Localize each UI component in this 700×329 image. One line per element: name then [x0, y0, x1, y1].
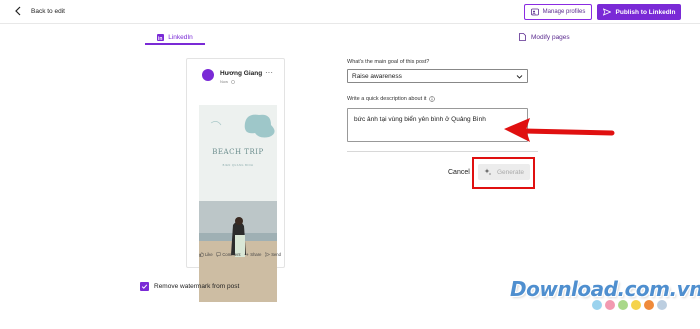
top-bar: Back to edit Manage profiles Publish to … [0, 0, 700, 24]
like-label: Like [205, 252, 213, 257]
generate-label: Generate [496, 168, 525, 176]
goal-question: What's the main goal of this post? [347, 59, 430, 65]
send-action[interactable]: Send [265, 252, 281, 257]
remove-watermark-label: Remove watermark from post [154, 283, 240, 290]
share-label: Share [250, 252, 262, 257]
comment-icon [216, 252, 222, 257]
remove-watermark-checkbox[interactable] [140, 282, 149, 291]
post-image: BEACH TRIP BIEN QUANG BINH [199, 105, 277, 302]
watermark-dot [657, 300, 667, 310]
watermark-dots [592, 300, 667, 310]
watermark-dot [631, 300, 641, 310]
comment-action[interactable]: Comment [216, 252, 241, 257]
check-icon [141, 284, 148, 289]
cancel-button[interactable]: Cancel [448, 169, 470, 176]
watermark-dot [605, 300, 615, 310]
publish-to-linkedin-button[interactable]: Publish to LinkedIn [597, 4, 681, 20]
chevron-left-icon [15, 6, 21, 16]
linkedin-icon: in [157, 33, 165, 41]
info-icon[interactable] [429, 96, 436, 102]
goal-select[interactable]: Raise awareness [347, 69, 528, 83]
manage-profiles-button[interactable]: Manage profiles [524, 4, 592, 20]
annotation-arrow [504, 118, 615, 142]
post-actions: Like Comment Share Send [199, 252, 281, 257]
post-image-subtitle: BIEN QUANG BINH [222, 164, 254, 167]
publish-label: Publish to LinkedIn [615, 8, 676, 16]
modify-pages-label: Modify pages [531, 33, 570, 41]
post-preview-card: Hương Giang Now ··· BEACH TRIP BIEN QUAN… [186, 58, 285, 302]
description-question: Write a quick description about it [347, 96, 436, 102]
modify-pages-link[interactable]: Modify pages [519, 33, 570, 41]
pages-icon [519, 33, 526, 41]
site-watermark: Download.com.vn [510, 277, 700, 301]
back-to-edit-link[interactable]: Back to edit [14, 6, 65, 16]
send-icon [602, 8, 611, 16]
tab-linkedin-label: LinkedIn [168, 33, 193, 41]
watermark-dot [644, 300, 654, 310]
remove-watermark-option: Remove watermark from post [140, 282, 239, 291]
description-question-label: Write a quick description about it [347, 96, 427, 102]
share-action[interactable]: Share [244, 252, 261, 257]
avatar [202, 69, 214, 81]
chevron-down-icon [516, 75, 523, 79]
svg-text:in: in [158, 35, 162, 40]
like-action[interactable]: Like [199, 252, 213, 257]
comment-label: Comment [222, 252, 241, 257]
watermark-dot [592, 300, 602, 310]
watermark-dot [618, 300, 628, 310]
send-icon [265, 252, 271, 257]
like-icon [199, 252, 204, 257]
more-icon[interactable]: ··· [265, 68, 273, 77]
globe-icon [231, 79, 235, 84]
post-image-title: BEACH TRIP [212, 148, 264, 156]
tab-linkedin[interactable]: in LinkedIn [145, 31, 205, 45]
share-icon [244, 253, 249, 256]
generate-button[interactable]: Generate [478, 164, 530, 180]
goal-select-value: Raise awareness [352, 73, 402, 80]
send-label: Send [271, 252, 281, 257]
profiles-icon [530, 8, 539, 16]
post-time: Now [220, 79, 229, 84]
back-label: Back to edit [31, 7, 65, 15]
sparkle-icon [484, 168, 492, 176]
form-divider [347, 151, 538, 152]
manage-profiles-label: Manage profiles [542, 9, 586, 15]
post-meta: Now [220, 79, 235, 84]
post-author: Hương Giang [220, 70, 263, 77]
